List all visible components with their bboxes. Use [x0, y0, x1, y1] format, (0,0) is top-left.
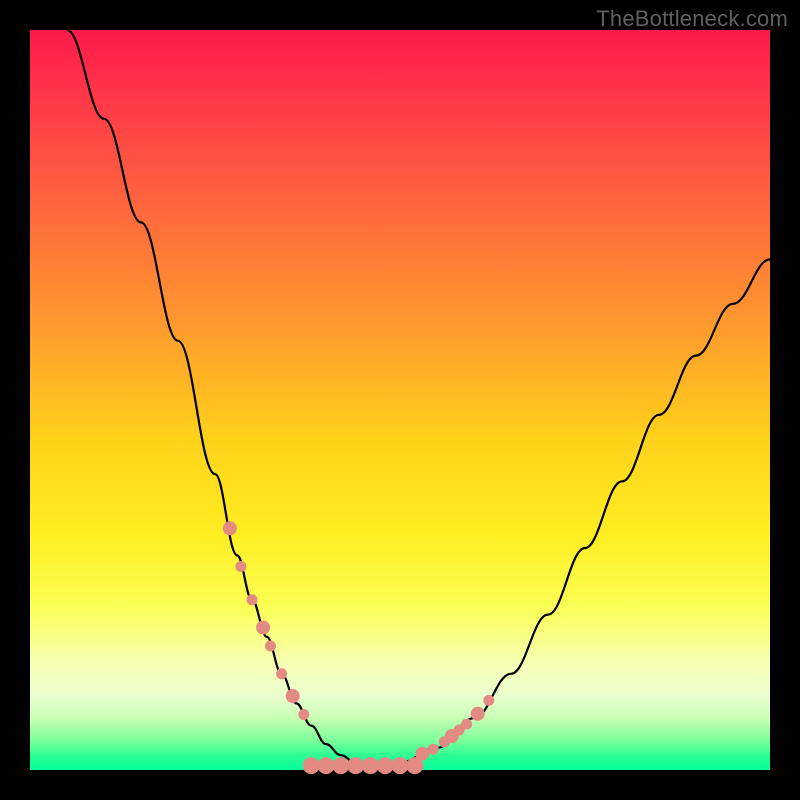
highlight-dot [332, 757, 349, 774]
plot-area [30, 30, 770, 770]
highlight-dot [298, 709, 309, 720]
highlight-dot [347, 757, 364, 774]
highlight-dot [392, 757, 409, 774]
highlight-dot [247, 594, 258, 605]
highlight-dot [428, 744, 439, 755]
highlight-dot [303, 757, 320, 774]
highlight-dot [377, 757, 394, 774]
highlight-dots-right [415, 695, 494, 761]
highlight-dot [276, 668, 287, 679]
highlight-dot [471, 707, 485, 721]
highlight-dot [265, 641, 276, 652]
bottleneck-curve-path [67, 30, 770, 766]
highlight-dot [318, 757, 335, 774]
highlight-dot [461, 719, 472, 730]
highlight-dots-left [223, 521, 309, 720]
highlight-dot [256, 621, 270, 635]
highlight-dot [362, 757, 379, 774]
highlight-dots-bottom [303, 757, 424, 774]
highlight-dot [406, 757, 423, 774]
chart-frame: TheBottleneck.com [0, 0, 800, 800]
curve-svg [30, 30, 770, 770]
highlight-dot [483, 695, 494, 706]
highlight-dot [223, 521, 237, 535]
highlight-dot [235, 561, 246, 572]
attribution-label: TheBottleneck.com [596, 6, 788, 32]
highlight-dot [286, 689, 300, 703]
